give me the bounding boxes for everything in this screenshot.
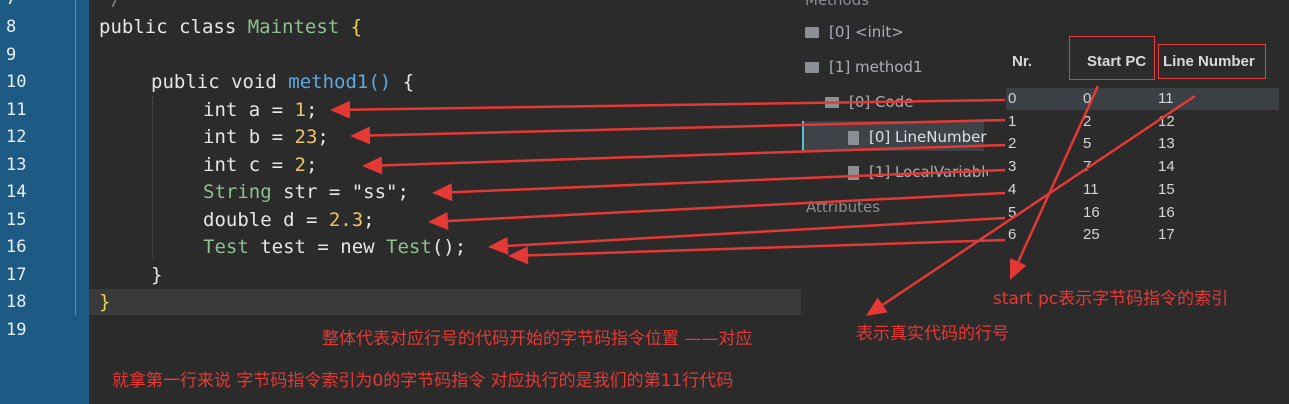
arrow-start-pc	[1010, 85, 1100, 280]
arrow-line-number	[866, 94, 1196, 316]
arrow-row-0	[330, 98, 1006, 119]
arrow-row-4	[428, 191, 1006, 230]
arrow-row-6	[508, 238, 1006, 265]
arrow-row-2	[362, 143, 1006, 175]
annotation-arrows	[330, 85, 1196, 316]
arrow-row-1	[350, 118, 1006, 145]
